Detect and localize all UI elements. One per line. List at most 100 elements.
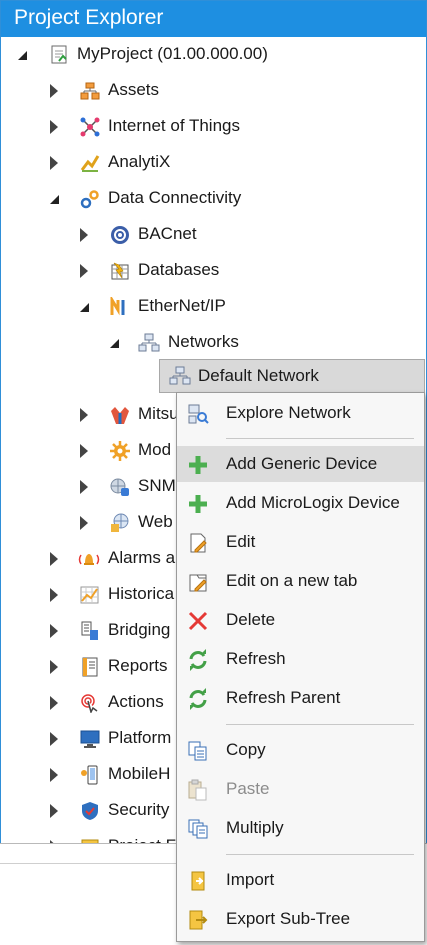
expander-collapsed-icon[interactable] (50, 804, 58, 818)
menu-item-multiply[interactable]: Multiply (177, 810, 424, 846)
edit-new-tab-icon (187, 571, 209, 593)
tree-item-networks[interactable]: Networks (1, 325, 426, 361)
menu-separator (226, 724, 414, 725)
menu-item-label: Import (226, 870, 275, 889)
menu-item-label: Add Generic Device (226, 454, 378, 473)
expander-collapsed-icon[interactable] (50, 660, 58, 674)
network-icon (169, 366, 191, 386)
export-icon (187, 909, 209, 931)
menu-separator (226, 854, 414, 855)
add-plus-icon (187, 493, 209, 515)
tree-item-label: Mod (138, 440, 172, 459)
tree-item-label: Internet of Things (108, 116, 240, 135)
tree-item-assets[interactable]: Assets (1, 73, 426, 109)
expander-collapsed-icon[interactable] (50, 696, 58, 710)
menu-item-edit-new-tab[interactable]: Edit on a new tab (177, 563, 424, 599)
expander-collapsed-icon[interactable] (50, 156, 58, 170)
tree-item-bacnet[interactable]: BACnet (1, 217, 426, 253)
tree-item-iot[interactable]: Internet of Things (1, 109, 426, 145)
tree-item-default-network[interactable]: Default Network (159, 359, 425, 393)
edit-icon (187, 532, 209, 554)
explore-network-icon (187, 403, 209, 425)
tree-item-label: Reports (108, 656, 168, 675)
menu-item-label: Refresh (226, 649, 286, 668)
menu-item-label: Edit (226, 532, 256, 551)
menu-item-label: Copy (226, 740, 266, 759)
tree-item-label: Web (138, 512, 173, 531)
security-shield-icon (80, 801, 100, 821)
expander-collapsed-icon[interactable] (50, 120, 58, 134)
snmp-icon (110, 477, 130, 497)
menu-item-add-generic-device[interactable]: Add Generic Device (177, 446, 424, 482)
menu-item-edit[interactable]: Edit (177, 524, 424, 560)
menu-item-add-micrologix-device[interactable]: Add MicroLogix Device (177, 485, 424, 521)
ethernetip-icon (110, 294, 130, 317)
menu-item-label: Explore Network (226, 403, 351, 422)
expander-collapsed-icon[interactable] (80, 408, 88, 422)
mitsubishi-icon (110, 405, 130, 425)
alarms-icon (78, 549, 100, 569)
menu-item-delete[interactable]: Delete (177, 602, 424, 638)
refresh-icon (187, 649, 209, 671)
tree-item-label: BACnet (138, 224, 197, 243)
multiply-icon (187, 818, 209, 840)
data-connectivity-icon (80, 189, 100, 209)
assets-icon (80, 81, 100, 101)
expander-collapsed-icon[interactable] (80, 480, 88, 494)
menu-item-refresh[interactable]: Refresh (177, 641, 424, 677)
menu-item-label: Delete (226, 610, 276, 629)
analytix-icon (80, 153, 100, 173)
expander-collapsed-icon[interactable] (50, 732, 58, 746)
menu-item-copy[interactable]: Copy (177, 732, 424, 768)
menu-item-export-subtree[interactable]: Export Sub-Tree (177, 901, 424, 937)
menu-item-paste[interactable]: Paste (177, 771, 424, 807)
menu-item-label: Add MicroLogix Device (226, 493, 400, 512)
actions-icon (80, 693, 100, 715)
expander-collapsed-icon[interactable] (50, 588, 58, 602)
tree-item-label: Default Network (198, 366, 319, 385)
menu-item-import[interactable]: Import (177, 862, 424, 898)
expander-expanded-icon[interactable] (50, 195, 59, 204)
menu-item-refresh-parent[interactable]: Refresh Parent (177, 680, 424, 716)
expander-expanded-icon[interactable] (110, 339, 119, 348)
expander-collapsed-icon[interactable] (80, 228, 88, 242)
tree-item-databases[interactable]: Databases (1, 253, 426, 289)
expander-collapsed-icon[interactable] (80, 444, 88, 458)
expander-collapsed-icon[interactable] (50, 84, 58, 98)
tree-item-analytix[interactable]: AnalytiX (1, 145, 426, 181)
expander-collapsed-icon[interactable] (50, 768, 58, 782)
menu-item-label: Paste (226, 779, 270, 798)
historical-icon (80, 585, 100, 605)
tree-item-label: Actions (108, 692, 164, 711)
tree-item-data-connectivity[interactable]: Data Connectivity (1, 181, 426, 217)
expander-expanded-icon[interactable] (80, 303, 89, 312)
expander-collapsed-icon[interactable] (50, 624, 58, 638)
tree-item-label: SNM (138, 476, 176, 495)
tree-item-ethernetip[interactable]: EtherNet/IP (1, 289, 426, 325)
tree-item-label: AnalytiX (108, 152, 171, 171)
expander-expanded-icon[interactable] (18, 51, 27, 60)
paste-icon (187, 779, 209, 801)
tree-item-label: EtherNet/IP (138, 296, 226, 315)
web-services-icon (110, 513, 130, 533)
bridging-icon (80, 621, 100, 641)
expander-collapsed-icon[interactable] (80, 516, 88, 530)
tree-item-label: Security (108, 800, 170, 819)
bacnet-icon (110, 225, 130, 245)
databases-icon (110, 261, 130, 281)
tree-item-label: Historica (108, 584, 175, 603)
tree-item-root[interactable]: MyProject (01.00.000.00) (1, 37, 426, 73)
mobile-icon (80, 765, 100, 785)
expander-collapsed-icon[interactable] (80, 264, 88, 278)
menu-item-explore-network[interactable]: Explore Network (177, 395, 424, 431)
menu-item-label: Export Sub-Tree (226, 909, 351, 928)
delete-x-icon (187, 610, 209, 632)
expander-collapsed-icon[interactable] (50, 552, 58, 566)
platform-icon (80, 729, 100, 749)
tree-item-label: MyProject (01.00.000.00) (77, 44, 268, 63)
internet-of-things-icon (80, 117, 100, 137)
add-plus-icon (187, 454, 209, 476)
tree-item-label: MobileH (108, 764, 171, 783)
networks-icon (138, 333, 160, 353)
tree-item-label: Data Connectivity (108, 188, 242, 207)
